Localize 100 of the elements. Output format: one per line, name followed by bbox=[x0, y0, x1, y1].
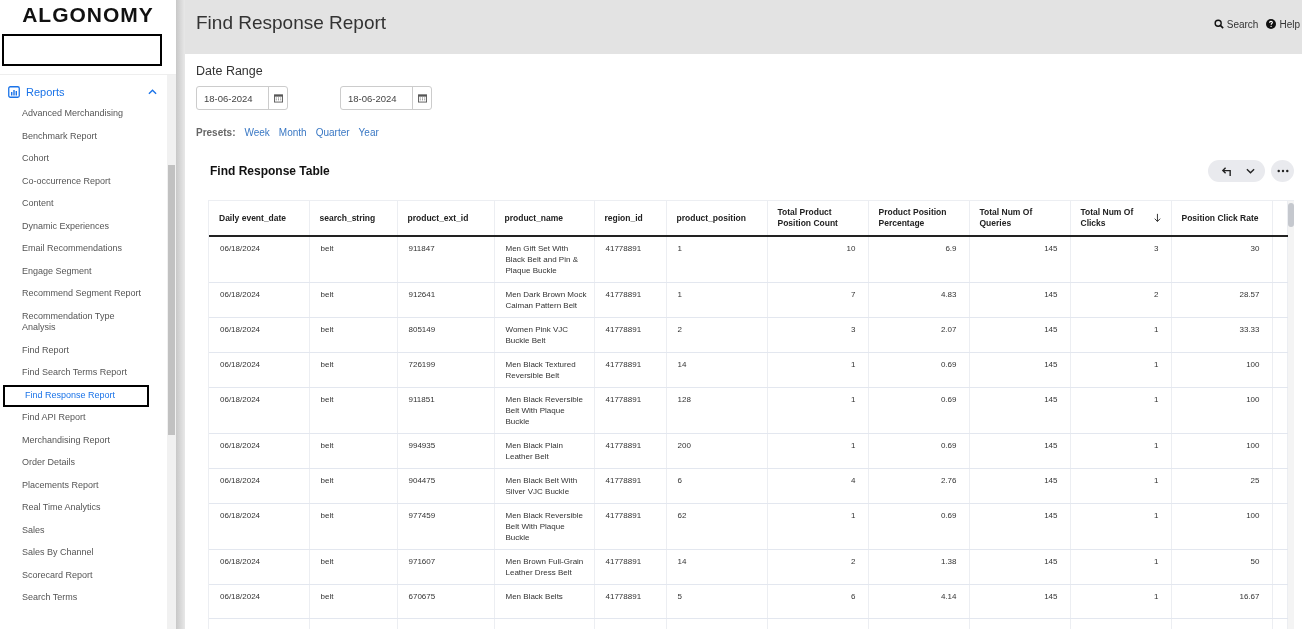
table-cell: 2.07 bbox=[940, 325, 957, 334]
sidebar-item[interactable]: Find Response Report bbox=[3, 384, 149, 407]
table-cell: 911847 bbox=[408, 244, 435, 253]
table-cell: 1 bbox=[1154, 592, 1159, 601]
table-cell: 726199 bbox=[408, 360, 436, 369]
logo: ALGONOMY bbox=[21, 2, 155, 28]
sidebar-item[interactable]: Cohort bbox=[0, 148, 55, 171]
sidebar-item[interactable]: Scorecard Report bbox=[0, 564, 99, 587]
sidebar-item[interactable]: Find API Report bbox=[0, 407, 92, 430]
table-cell: 904475 bbox=[408, 476, 436, 485]
calendar-icon bbox=[417, 93, 427, 103]
column-header[interactable]: Daily event_date bbox=[209, 201, 309, 236]
search-icon bbox=[1213, 19, 1224, 29]
table-cell: 25 bbox=[1250, 476, 1260, 485]
table-cell: 4.83 bbox=[940, 290, 957, 299]
table-cell: belt bbox=[320, 557, 334, 566]
table-cell: Women Pink VJC Buckle Belt bbox=[505, 325, 569, 345]
table-cell: 1 bbox=[1154, 441, 1159, 450]
table-cell: 06/18/2024 bbox=[220, 395, 261, 404]
column-header[interactable]: Product Position Percentage bbox=[868, 201, 969, 236]
table-cell: 41778891 bbox=[605, 360, 642, 369]
sidebar-item[interactable]: Engage Segment bbox=[0, 260, 98, 283]
table-cell: 971607 bbox=[408, 557, 436, 566]
sidebar-item[interactable]: Content bbox=[0, 193, 60, 216]
column-header[interactable]: product_position bbox=[666, 201, 767, 236]
sidebar-item[interactable]: Find Report bbox=[0, 339, 76, 362]
help-link[interactable]: Help bbox=[1266, 18, 1300, 30]
column-header[interactable]: Total Product Position Count bbox=[767, 201, 868, 236]
sidebar-item[interactable]: Email Recommendations bbox=[0, 238, 129, 261]
table-cell: 145 bbox=[1044, 290, 1058, 299]
table-cell: Men Dark Brown Mock Caiman Pattern Belt bbox=[505, 290, 587, 310]
table-cell: 6 bbox=[677, 476, 682, 485]
table-cell: 1 bbox=[1154, 360, 1159, 369]
table-cell: 100 bbox=[1246, 395, 1260, 404]
table-cell: Men Black Reversible Belt With Plaque Buckle bbox=[505, 395, 583, 426]
undo-dropdown-button[interactable] bbox=[1208, 160, 1265, 182]
table-cell: 0.69 bbox=[940, 511, 957, 520]
sidebar-item[interactable]: Find Search Terms Report bbox=[0, 362, 133, 385]
table-cell: belt bbox=[320, 325, 334, 334]
sidebar-item[interactable]: Sales bbox=[0, 519, 51, 542]
table-cell: 1.38 bbox=[940, 557, 957, 566]
column-header[interactable]: Total Num Of Clicks bbox=[1070, 201, 1171, 236]
sidebar-item[interactable]: Dynamic Experiences bbox=[0, 215, 116, 238]
column-header[interactable]: product_ext_id bbox=[397, 201, 494, 236]
column-header[interactable]: product_name bbox=[494, 201, 594, 236]
sidebar-item[interactable]: Placements Report bbox=[0, 474, 105, 497]
calendar-icon bbox=[273, 93, 283, 103]
more-options-button[interactable] bbox=[1271, 160, 1294, 182]
table-cell: 100 bbox=[1246, 441, 1260, 450]
reports-section-header[interactable]: Reports bbox=[0, 78, 167, 103]
sidebar-item[interactable]: Advanced Merchandising bbox=[0, 103, 130, 126]
table-cell: 1 bbox=[1154, 557, 1159, 566]
scrollbar[interactable] bbox=[1288, 201, 1294, 629]
table-cell: 1 bbox=[851, 441, 856, 450]
table-cell: 4 bbox=[851, 476, 856, 485]
column-header[interactable]: region_id bbox=[594, 201, 666, 236]
table-cell: Men Black Belts bbox=[505, 592, 563, 601]
sidebar-item[interactable]: Real Time Analytics bbox=[0, 497, 107, 520]
preset-link[interactable]: Week bbox=[244, 127, 270, 138]
table-cell: belt bbox=[320, 244, 334, 253]
preset-link[interactable]: Quarter bbox=[315, 127, 350, 138]
table-cell: Men Black Belt With Silver VJC Buckle bbox=[505, 476, 578, 496]
table-cell: 41778891 bbox=[605, 395, 642, 404]
sidebar-item[interactable]: Search Terms bbox=[0, 587, 84, 610]
sidebar-item[interactable]: Order Details bbox=[0, 452, 81, 475]
sidebar-item[interactable]: Benchmark Report bbox=[0, 125, 104, 148]
turn-left-arrow-icon bbox=[1221, 165, 1232, 177]
start-date-field[interactable]: 18-06-2024 bbox=[196, 86, 288, 110]
table-cell: 06/18/2024 bbox=[220, 476, 261, 485]
table-cell: 10 bbox=[846, 244, 856, 253]
sidebar-item[interactable]: Recommend Segment Report bbox=[0, 283, 148, 306]
sidebar-item[interactable]: Merchandising Report bbox=[0, 429, 117, 452]
table-cell: 7 bbox=[851, 290, 856, 299]
table-cell: 41778891 bbox=[605, 441, 642, 450]
table-cell: 2 bbox=[851, 557, 856, 566]
sidebar-item[interactable]: Sales By Channel bbox=[0, 542, 100, 565]
table-cell: 994935 bbox=[408, 441, 436, 450]
table-cell: 06/18/2024 bbox=[220, 557, 261, 566]
sidebar-item[interactable]: Co-occurrence Report bbox=[0, 170, 117, 193]
table-cell: 33.33 bbox=[1239, 325, 1260, 334]
table-cell: 14 bbox=[677, 557, 687, 566]
table-cell: 0.69 bbox=[940, 395, 957, 404]
search-link[interactable]: Search bbox=[1213, 18, 1259, 30]
sidebar-item[interactable]: Recommendation Type Analysis bbox=[0, 305, 150, 340]
table-cell: 145 bbox=[1044, 441, 1058, 450]
scrollbar[interactable] bbox=[167, 75, 176, 629]
table-cell: belt bbox=[320, 441, 334, 450]
preset-link[interactable]: Year bbox=[358, 127, 379, 138]
table-cell: belt bbox=[320, 511, 334, 520]
table-cell: 14 bbox=[677, 360, 687, 369]
column-header[interactable]: Total Num Of Queries bbox=[969, 201, 1070, 236]
column-header[interactable]: Position Click Rate bbox=[1171, 201, 1272, 236]
table-cell: 41778891 bbox=[605, 244, 642, 253]
end-date-field[interactable]: 18-06-2024 bbox=[340, 86, 432, 110]
table-cell: 1 bbox=[851, 360, 856, 369]
table-cell: 2.76 bbox=[940, 476, 957, 485]
preset-link[interactable]: Month bbox=[278, 127, 307, 138]
table-cell: 0.69 bbox=[940, 360, 957, 369]
column-header[interactable]: search_string bbox=[309, 201, 397, 236]
table-cell: 1 bbox=[1154, 476, 1159, 485]
